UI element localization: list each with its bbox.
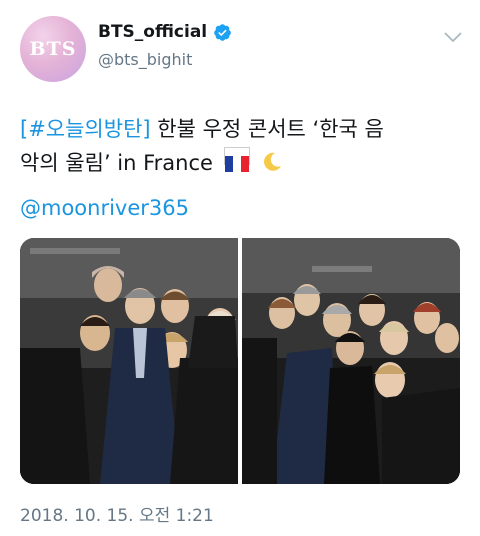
chevron-down-icon[interactable] — [442, 28, 464, 46]
crescent-moon-icon — [264, 152, 282, 171]
avatar[interactable]: BTS — [20, 16, 86, 82]
name-row: BTS_official — [98, 22, 232, 42]
group-photo-right-image — [242, 238, 460, 484]
tweet-text: [#오늘의방탄] 한불 우정 콘서트 ‘한국 음 악의 울림’ in Franc… — [20, 112, 470, 180]
group-photo-left[interactable] — [20, 238, 238, 484]
verified-badge-icon — [214, 23, 231, 41]
group-photo-right[interactable] — [242, 238, 460, 484]
group-photo-left-image — [20, 238, 238, 484]
display-name[interactable]: BTS_official — [98, 22, 207, 42]
photo-grid — [20, 238, 460, 484]
tweet-card: BTS BTS_official @bts_bighit [#오늘의방탄] 한불… — [0, 0, 480, 536]
tweet-text-line2: 악의 울림’ in France — [20, 151, 213, 175]
handle[interactable]: @bts_bighit — [98, 50, 192, 69]
france-flag-icon — [223, 147, 250, 172]
tweet-text-line1: 한불 우정 콘서트 ‘한국 음 — [150, 117, 384, 141]
avatar-text: BTS — [29, 38, 77, 60]
timestamp[interactable]: 2018. 10. 15. 오전 1:21 — [20, 501, 214, 526]
hashtag-link[interactable]: [#오늘의방탄] — [20, 117, 151, 141]
mention-link[interactable]: @moonriver365 — [20, 196, 189, 220]
